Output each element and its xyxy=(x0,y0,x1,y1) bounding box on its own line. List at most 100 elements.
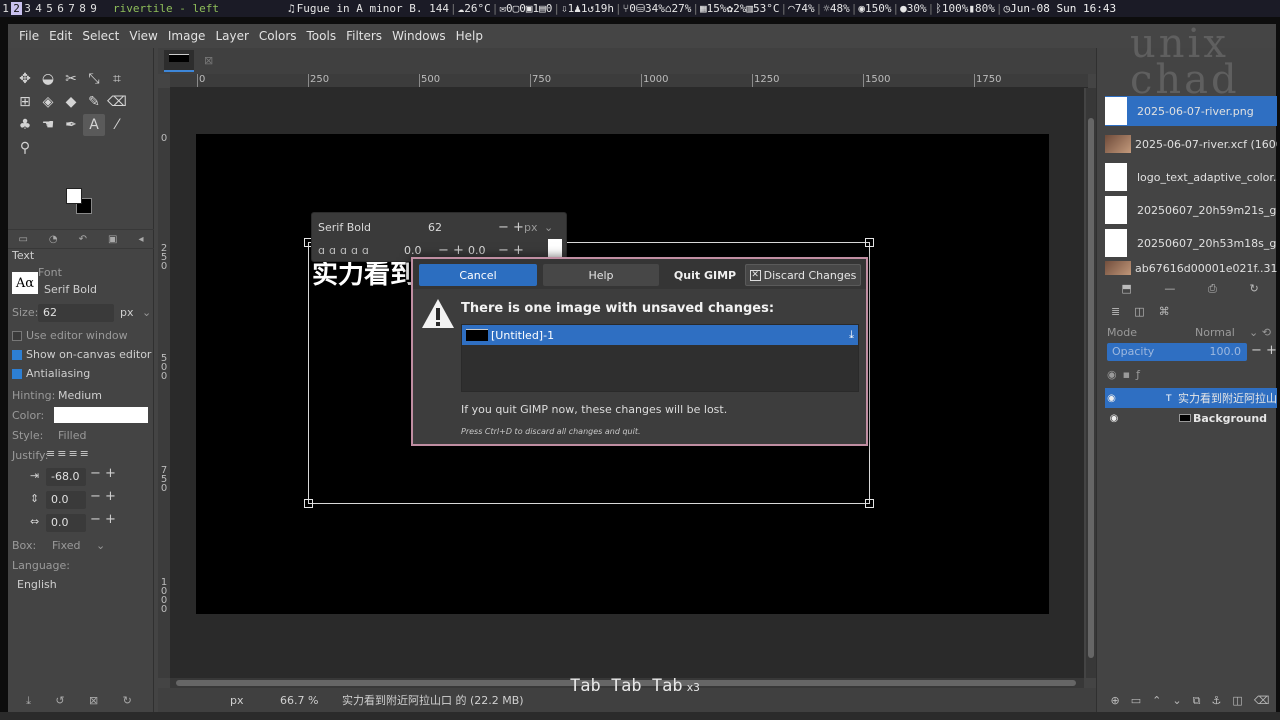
workspace-6[interactable]: 6 xyxy=(55,2,66,15)
osd-chevron-icon[interactable]: ⌄ xyxy=(544,221,553,234)
osd-kerning-field[interactable]: 0.0 xyxy=(468,244,498,257)
eye-icon[interactable]: ◉ xyxy=(1105,413,1123,424)
osd-size-stepper[interactable]: − + xyxy=(498,220,524,235)
warp-tool-icon[interactable]: ⤡ xyxy=(83,68,105,90)
layer-background[interactable]: ◉ Background xyxy=(1105,408,1277,428)
anchor-layer-icon[interactable]: ⚓ xyxy=(1212,694,1222,708)
workspace-5[interactable]: 5 xyxy=(44,2,55,15)
paths-tab-icon[interactable]: ⌘ xyxy=(1159,305,1170,318)
osd-style-buttons[interactable]: ɑɑɑɑɑ xyxy=(318,244,404,257)
workspace-2[interactable]: 2 xyxy=(11,2,22,15)
images-tab-icon[interactable]: ▣ xyxy=(108,234,117,245)
workspace-3[interactable]: 3 xyxy=(22,2,33,15)
workspace-4[interactable]: 4 xyxy=(33,2,44,15)
minus-icon[interactable]: — xyxy=(1164,282,1175,296)
chevron-down-icon[interactable]: ⌄ xyxy=(142,306,151,319)
refresh-icon[interactable]: ↻ xyxy=(1249,282,1258,296)
size-unit-select[interactable]: px xyxy=(120,306,134,319)
tab-menu-icon[interactable]: ◂ xyxy=(138,234,143,245)
layers-tab-icon[interactable]: ≣ xyxy=(1111,305,1120,318)
mode-chevron-icon[interactable]: ⌄ ⟲ xyxy=(1249,326,1271,339)
close-icon[interactable]: ⊠ xyxy=(204,54,213,67)
eye-icon[interactable]: ◉ xyxy=(1105,393,1118,404)
layer-text[interactable]: ◉ T 实力看到附近阿拉山 xyxy=(1105,388,1277,408)
opacity-slider[interactable]: Opacity 100.0 xyxy=(1107,343,1247,361)
resize-handle-top-right[interactable] xyxy=(865,238,874,247)
crop-tool-icon[interactable]: ⌗ xyxy=(106,68,128,90)
channels-tab-icon[interactable]: ◫ xyxy=(1134,305,1144,318)
image-list-item[interactable]: 2025-06-07-river.xcf (1600 × xyxy=(1105,129,1277,159)
display-icon[interactable]: ⎙ xyxy=(1208,282,1217,296)
indent-stepper[interactable]: − + xyxy=(90,466,116,481)
vertical-scrollbar[interactable] xyxy=(1086,88,1096,678)
antialiasing-checkbox[interactable] xyxy=(12,369,22,379)
restore-options-icon[interactable]: ↺ xyxy=(55,694,64,708)
font-value[interactable]: Serif Bold xyxy=(44,283,97,296)
osd-kerning-stepper[interactable]: − + xyxy=(498,243,524,258)
fg-bg-colors[interactable] xyxy=(66,188,96,218)
help-button[interactable]: Help xyxy=(543,264,659,286)
text-color-button[interactable] xyxy=(54,407,148,423)
menu-help[interactable]: Help xyxy=(451,29,488,43)
osd-font-field[interactable]: Serif Bold xyxy=(318,221,428,234)
tool-options-tab-icon[interactable]: ▭ xyxy=(18,234,27,245)
zoom-tool-icon[interactable]: ⚲ xyxy=(14,137,36,159)
font-preview-icon[interactable]: Aα xyxy=(12,272,38,294)
reset-options-icon[interactable]: ↻ xyxy=(123,694,132,708)
image-list-item[interactable]: logo_text_adaptive_color.sv xyxy=(1105,162,1277,192)
justify-left-icon[interactable]: ≡ xyxy=(46,447,57,460)
ellipse-select-icon[interactable]: ◒ xyxy=(37,68,59,90)
menu-view[interactable]: View xyxy=(124,29,162,43)
menu-image[interactable]: Image xyxy=(163,29,211,43)
box-select[interactable]: Fixed xyxy=(52,539,81,552)
language-value[interactable]: English xyxy=(17,578,57,591)
workspace-8[interactable]: 8 xyxy=(77,2,88,15)
osd-baseline-stepper[interactable]: − + xyxy=(438,243,468,258)
delete-layer-icon[interactable]: ⌫ xyxy=(1254,694,1270,708)
image-list-item[interactable]: 20250607_20h59m21s_grim xyxy=(1105,195,1277,225)
justify-center-icon[interactable]: ≡ xyxy=(68,447,79,460)
cancel-button[interactable]: Cancel xyxy=(419,264,537,286)
resize-handle-bottom-left[interactable] xyxy=(304,499,313,508)
menu-select[interactable]: Select xyxy=(77,29,124,43)
vertical-scroll-thumb[interactable] xyxy=(1088,118,1094,658)
menu-colors[interactable]: Colors xyxy=(254,29,302,43)
workspace-1[interactable]: 1 xyxy=(0,2,11,15)
undo-history-tab-icon[interactable]: ↶ xyxy=(79,234,87,245)
paths-tool-icon[interactable]: ✒ xyxy=(60,114,82,136)
image-list-item[interactable]: ab67616d00001e021f..3190 xyxy=(1105,261,1277,275)
resize-handle-bottom-right[interactable] xyxy=(865,499,874,508)
menu-edit[interactable]: Edit xyxy=(44,29,77,43)
indent-input[interactable]: -68.0 xyxy=(46,468,86,486)
new-group-icon[interactable]: ▭ xyxy=(1131,694,1141,708)
device-status-tab-icon[interactable]: ◔ xyxy=(49,234,58,245)
bucket-fill-icon[interactable]: ◈ xyxy=(37,91,59,113)
discard-changes-button[interactable]: ✕ Discard Changes xyxy=(745,264,861,286)
unified-transform-icon[interactable]: ⊞ xyxy=(14,91,36,113)
menu-file[interactable]: File xyxy=(14,29,44,43)
use-editor-checkbox[interactable] xyxy=(12,331,22,341)
image-list-item[interactable]: 20250607_20h53m18s_grim xyxy=(1105,228,1277,258)
letter-spacing-stepper[interactable]: − + xyxy=(90,512,116,527)
antialiasing-option[interactable]: Antialiasing xyxy=(12,367,90,380)
menu-windows[interactable]: Windows xyxy=(387,29,451,43)
osd-color-button[interactable] xyxy=(548,239,562,259)
osd-unit-select[interactable]: px xyxy=(524,221,544,234)
zoom-select[interactable]: 66.7 % xyxy=(280,694,336,707)
box-chevron-icon[interactable]: ⌄ xyxy=(96,539,105,552)
clone-tool-icon[interactable]: ♣ xyxy=(14,114,36,136)
justify-right-icon[interactable]: ≡ xyxy=(57,447,68,460)
letter-spacing-input[interactable]: 0.0 xyxy=(46,514,86,532)
delete-options-icon[interactable]: ⊠ xyxy=(89,694,98,708)
style-select[interactable]: Filled xyxy=(58,429,86,442)
use-editor-option[interactable]: Use editor window xyxy=(12,329,128,342)
new-layer-icon[interactable]: ⊕ xyxy=(1111,694,1120,708)
osd-size-field[interactable]: 62 xyxy=(428,221,498,234)
line-spacing-input[interactable]: 0.0 xyxy=(46,491,86,509)
raise-layer-icon[interactable]: ⌃ xyxy=(1152,694,1161,708)
raise-view-icon[interactable]: ⬒ xyxy=(1121,282,1131,296)
mode-select[interactable]: Normal xyxy=(1195,326,1235,339)
foreground-color-swatch[interactable] xyxy=(66,188,82,204)
scissors-select-icon[interactable]: ✂ xyxy=(60,68,82,90)
lock-icon[interactable]: ▪ xyxy=(1123,368,1136,381)
